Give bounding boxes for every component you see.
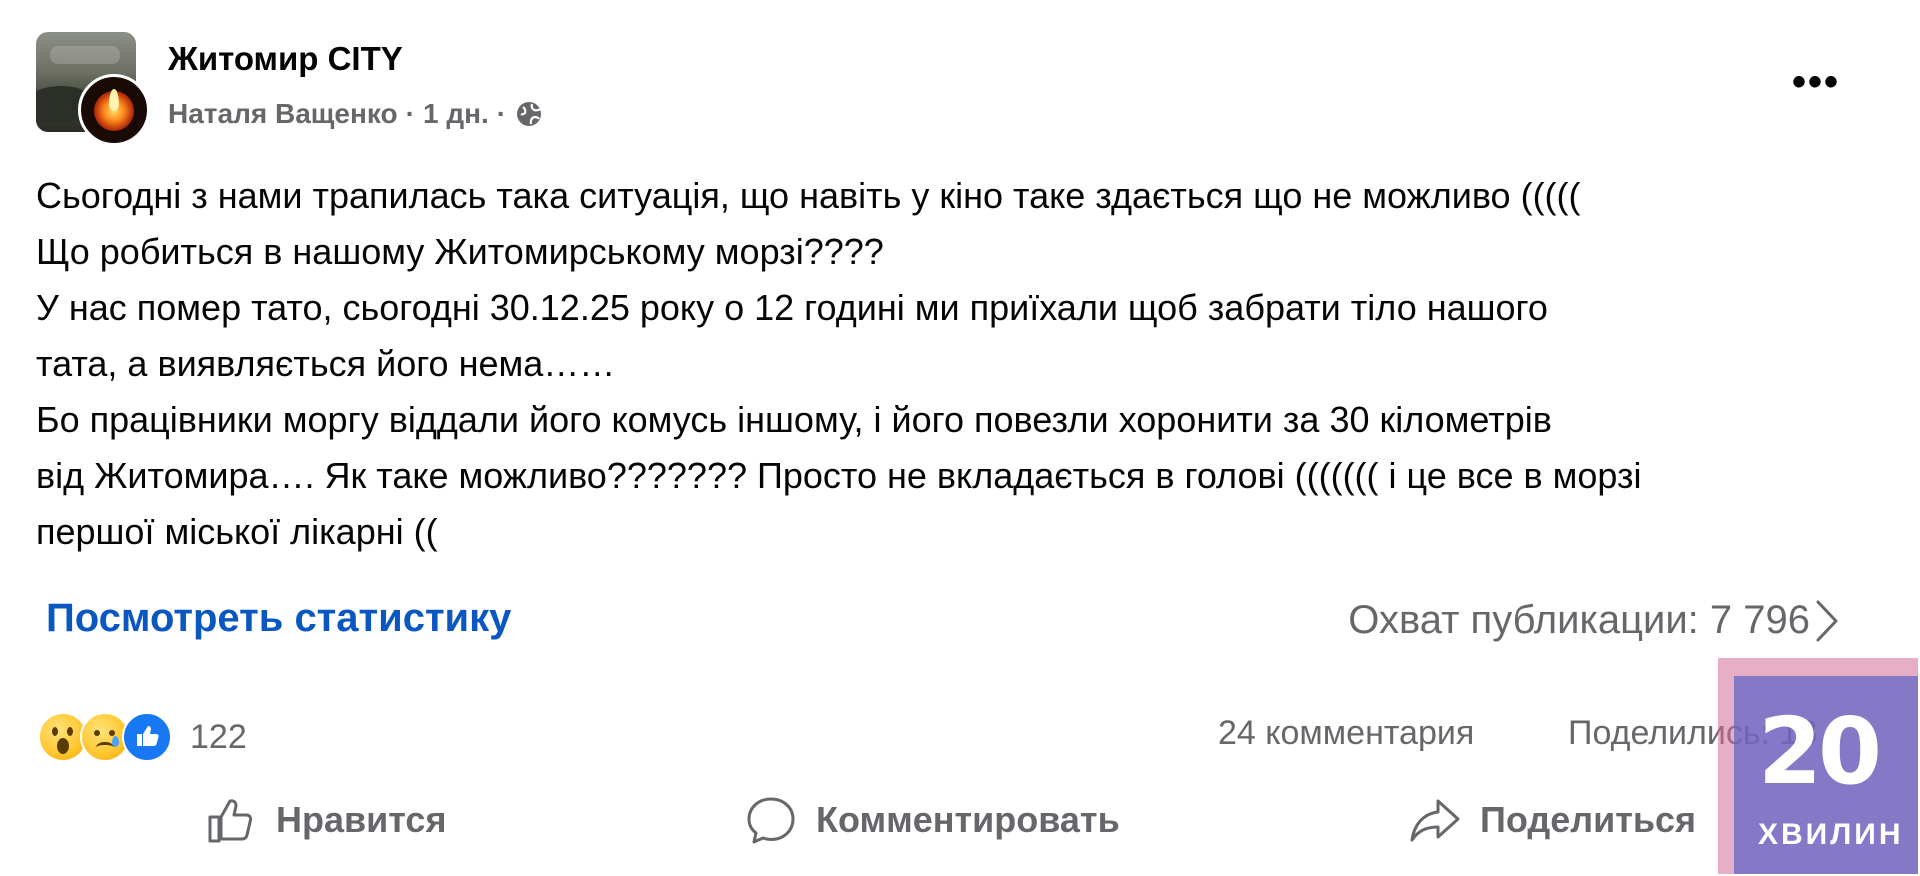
comment-icon <box>744 793 798 847</box>
meta-separator: · <box>496 98 507 129</box>
page-name[interactable]: Житомир CITY <box>168 40 403 78</box>
thumbs-up-icon <box>204 793 258 847</box>
share-button[interactable]: Поделиться <box>1408 792 1696 848</box>
post-text-line: першої міської лікарні (( <box>36 511 438 552</box>
comment-label: Комментировать <box>816 799 1120 840</box>
watermark-word: ХВИЛИН <box>1758 818 1904 851</box>
globe-icon[interactable] <box>514 99 544 129</box>
reactions-summary[interactable]: 122 <box>38 712 247 762</box>
like-button[interactable]: Нравится <box>204 792 446 848</box>
post-text-line: Бо працівники моргу віддали його комусь … <box>36 399 1552 440</box>
watermark-logo: 20 ХВИЛИН <box>1718 658 1918 874</box>
share-icon <box>1408 793 1462 847</box>
like-reaction-icon <box>122 712 172 762</box>
post-text-line: Що робиться в нашому Житомирському морзі… <box>36 231 884 272</box>
meta-separator: · <box>405 98 415 129</box>
post-text-line: від Житомира…. Як таке можливо??????? Пр… <box>36 455 1642 496</box>
post-text-line: Сьогодні з нами трапилась така ситуація,… <box>36 175 1581 216</box>
comment-button[interactable]: Комментировать <box>744 792 1120 848</box>
post-meta: Наталя Ващенко · 1 дн. · <box>168 98 544 130</box>
chevron-right-icon[interactable] <box>1812 596 1842 646</box>
page-avatar[interactable] <box>36 32 150 146</box>
like-label: Нравится <box>276 799 447 840</box>
post-reach[interactable]: Охват публикации: 7 796 <box>1348 598 1810 643</box>
post-time[interactable]: 1 дн. <box>423 98 489 130</box>
more-options-button[interactable]: ••• <box>1786 60 1846 104</box>
post-text-line: У нас помер тато, сьогодні 30.12.25 року… <box>36 287 1548 328</box>
view-statistics-link[interactable]: Посмотреть статистику <box>46 596 511 641</box>
author-avatar[interactable] <box>78 74 150 146</box>
author-name[interactable]: Наталя Ващенко <box>168 98 398 130</box>
post-text: Сьогодні з нами трапилась така ситуація,… <box>36 168 1866 560</box>
comments-count[interactable]: 24 комментария <box>1218 714 1474 753</box>
reaction-count: 122 <box>190 717 247 756</box>
post-card: Житомир CITY Наталя Ващенко · 1 дн. · ••… <box>0 0 1920 876</box>
share-label: Поделиться <box>1480 799 1697 840</box>
post-text-line: тата, а виявляється його нема…… <box>36 343 616 384</box>
watermark-number: 20 <box>1758 698 1882 805</box>
